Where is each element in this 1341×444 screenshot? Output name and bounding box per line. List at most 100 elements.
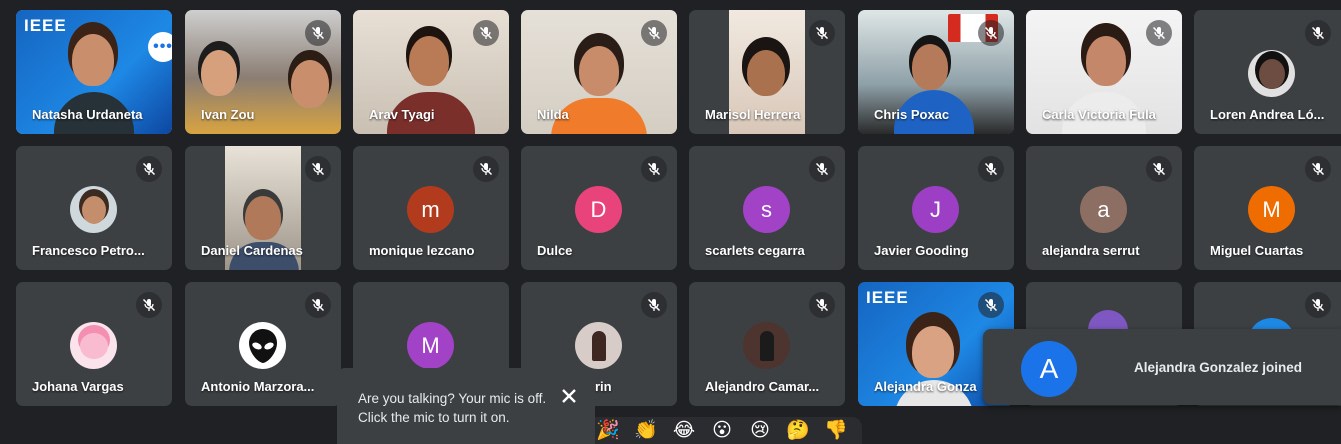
alien-avatar bbox=[239, 322, 286, 369]
participant-name: Antonio Marzora... bbox=[201, 379, 315, 394]
mic-off-icon bbox=[1305, 292, 1331, 318]
avatar-letter: J bbox=[912, 186, 959, 233]
participant-tile-dulce[interactable]: D Dulce bbox=[521, 146, 677, 270]
participant-name: rin bbox=[595, 379, 612, 394]
participant-tile-scarlets-cegarra[interactable]: s scarlets cegarra bbox=[689, 146, 845, 270]
mic-off-icon bbox=[641, 20, 667, 46]
participant-tile-alejandro-camar[interactable]: Alejandro Camar... bbox=[689, 282, 845, 406]
mic-off-icon bbox=[1305, 156, 1331, 182]
more-options-button[interactable]: ••• bbox=[148, 32, 172, 62]
mic-off-icon bbox=[305, 156, 331, 182]
clap-emoji-button[interactable]: 👏 bbox=[630, 417, 662, 444]
participant-face bbox=[912, 326, 954, 378]
participant-tile-alejandra-serrut[interactable]: a alejandra serrut bbox=[1026, 146, 1182, 270]
participant-name: Natasha Urdaneta bbox=[32, 107, 143, 122]
avatar-letter: D bbox=[575, 186, 622, 233]
mic-off-icon bbox=[641, 292, 667, 318]
participant-joined-toast: A Alejandra Gonzalez joined bbox=[983, 329, 1341, 405]
avatar-letter: M bbox=[1248, 186, 1295, 233]
participant-name: Marisol Herrera bbox=[705, 107, 801, 122]
participant-name: alejandra serrut bbox=[1042, 243, 1140, 258]
participant-name: Daniel Cardenas bbox=[201, 243, 303, 258]
participant-tile-nilda[interactable]: Nilda bbox=[521, 10, 677, 134]
participant-name: Chris Poxac bbox=[874, 107, 950, 122]
mic-off-icon bbox=[473, 20, 499, 46]
participant-tile-marisol-herrera[interactable]: Marisol Herrera bbox=[689, 10, 845, 134]
participant-name: Alejandro Camar... bbox=[705, 379, 820, 394]
mic-off-icon bbox=[1146, 20, 1172, 46]
participant-tile-carla-victoria-fula[interactable]: Carla Victoria Fula bbox=[1026, 10, 1182, 134]
participant-tile-miguel-cuartas[interactable]: M Miguel Cuartas bbox=[1194, 146, 1341, 270]
close-icon[interactable] bbox=[559, 386, 579, 406]
avatar-letter: s bbox=[743, 186, 790, 233]
participant-tile-johana-vargas[interactable]: Johana Vargas bbox=[16, 282, 172, 406]
participant-tile-ivan-zou[interactable]: Ivan Zou bbox=[185, 10, 341, 134]
thinking-emoji-button[interactable]: 🤔 bbox=[782, 417, 814, 444]
mic-off-icon bbox=[1305, 20, 1331, 46]
participant-tile-natasha-urdaneta[interactable]: IEEE ••• Natasha Urdaneta bbox=[16, 10, 172, 134]
avatar bbox=[743, 322, 790, 369]
avatar-letter: a bbox=[1080, 186, 1127, 233]
mic-off-icon bbox=[1146, 156, 1172, 182]
participant-tile-francesco[interactable]: Francesco Petro... bbox=[16, 146, 172, 270]
sad-emoji-button[interactable]: 😢 bbox=[744, 417, 776, 444]
mic-off-icon bbox=[305, 292, 331, 318]
participant-face bbox=[579, 46, 619, 96]
participant-tile-chris-poxac[interactable]: Chris Poxac bbox=[858, 10, 1014, 134]
mic-off-icon bbox=[473, 156, 499, 182]
participant-name: scarlets cegarra bbox=[705, 243, 805, 258]
ieee-logo: IEEE bbox=[866, 288, 909, 307]
avatar bbox=[575, 322, 622, 369]
mic-off-icon bbox=[809, 292, 835, 318]
participant-name: Nilda bbox=[537, 107, 569, 122]
avatar bbox=[70, 322, 117, 369]
mic-off-icon bbox=[305, 20, 331, 46]
avatar bbox=[70, 186, 117, 233]
participant-name: Carla Victoria Fula bbox=[1042, 107, 1156, 122]
participant-name: Dulce bbox=[537, 243, 573, 258]
mic-off-icon bbox=[978, 156, 1004, 182]
surprised-emoji-button[interactable]: 😮 bbox=[706, 417, 738, 444]
participant-name: Javier Gooding bbox=[874, 243, 969, 258]
joined-message: Alejandra Gonzalez joined bbox=[1134, 360, 1303, 375]
ieee-logo: IEEE bbox=[24, 16, 67, 35]
mic-off-icon bbox=[136, 292, 162, 318]
mic-off-icon bbox=[641, 156, 667, 182]
avatar bbox=[1248, 50, 1295, 97]
participant-face bbox=[1086, 36, 1126, 86]
thumbs-down-emoji-button[interactable]: 👎 bbox=[820, 417, 852, 444]
participant-tile-javier-gooding[interactable]: J Javier Gooding bbox=[858, 146, 1014, 270]
mic-off-message: Are you talking? Your mic is off. Click … bbox=[358, 391, 547, 425]
avatar-letter: m bbox=[407, 186, 454, 233]
participant-face bbox=[747, 50, 785, 96]
mic-off-icon bbox=[136, 156, 162, 182]
mic-off-icon bbox=[809, 156, 835, 182]
participant-tile-arav-tyagi[interactable]: Arav Tyagi bbox=[353, 10, 509, 134]
participant-name: Johana Vargas bbox=[32, 379, 124, 394]
participant-face bbox=[201, 50, 237, 96]
joined-avatar: A bbox=[1021, 341, 1077, 397]
mic-off-icon bbox=[809, 20, 835, 46]
participant-name: Loren Andrea Ló... bbox=[1210, 107, 1325, 122]
participant-face bbox=[409, 36, 449, 86]
participant-face bbox=[912, 44, 948, 90]
participant-name: monique lezcano bbox=[369, 243, 475, 258]
participant-tile-loren-andrea[interactable]: Loren Andrea Ló... bbox=[1194, 10, 1341, 134]
avatar-letter: M bbox=[407, 322, 454, 369]
participant-face bbox=[245, 196, 281, 240]
participant-name: Arav Tyagi bbox=[369, 107, 435, 122]
participant-face bbox=[291, 60, 329, 108]
participant-tile-monique-lezcano[interactable]: m monique lezcano bbox=[353, 146, 509, 270]
mic-off-toast: Are you talking? Your mic is off. Click … bbox=[337, 368, 595, 444]
mic-off-icon bbox=[978, 292, 1004, 318]
participant-tile-daniel-cardenas[interactable]: Daniel Cardenas bbox=[185, 146, 341, 270]
reactions-bar: 🎉 👏 😂 😮 😢 🤔 👎 bbox=[580, 417, 862, 444]
party-emoji-button[interactable]: 🎉 bbox=[592, 417, 624, 444]
participant-name: Francesco Petro... bbox=[32, 243, 145, 258]
participant-tile-antonio-marzora[interactable]: Antonio Marzora... bbox=[185, 282, 341, 406]
participant-name: Miguel Cuartas bbox=[1210, 243, 1304, 258]
laugh-emoji-button[interactable]: 😂 bbox=[668, 417, 700, 444]
participant-name: Ivan Zou bbox=[201, 107, 255, 122]
mic-off-icon bbox=[978, 20, 1004, 46]
participant-face bbox=[72, 34, 114, 86]
